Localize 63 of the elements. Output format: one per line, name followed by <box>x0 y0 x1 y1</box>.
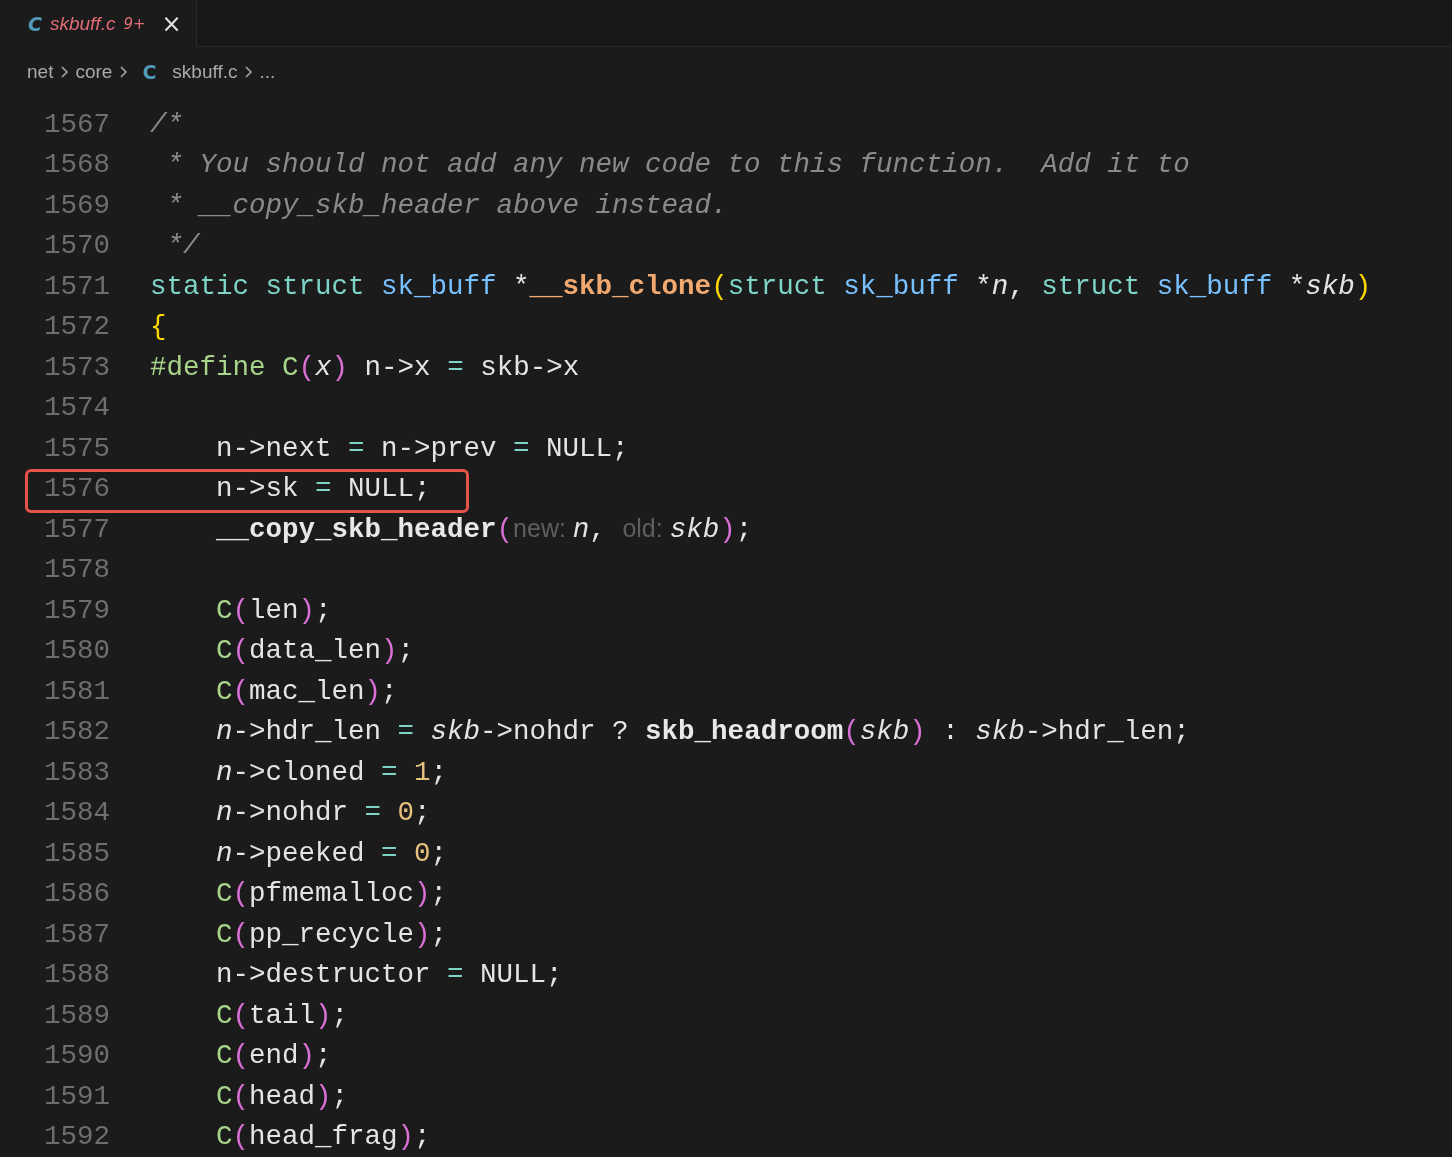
code-comment: * __copy_skb_header above instead. <box>165 189 728 221</box>
line-number: 1575 <box>43 432 110 464</box>
code-comment: /* <box>150 108 183 140</box>
line-number: 1584 <box>43 797 110 829</box>
tab-label: skbuff.c <box>49 12 116 35</box>
line-number: 1579 <box>43 594 110 626</box>
line-number: 1571 <box>43 270 110 302</box>
line-number: 1576 <box>43 473 110 505</box>
code-line: __copy_skb_header(new: n, old: skb); <box>215 513 753 545</box>
line-number: 1588 <box>43 959 110 991</box>
line-number: 1585 <box>43 837 110 869</box>
line-number: 1590 <box>43 1040 110 1072</box>
c-file-icon: C <box>142 61 157 83</box>
code-line: C(tail); <box>215 999 349 1031</box>
code-line: C(len); <box>215 594 332 626</box>
chevron-icon <box>118 65 129 79</box>
code-line: n->nohdr = 0; <box>215 797 431 829</box>
line-number: 1586 <box>43 878 110 910</box>
code-line: n->cloned = 1; <box>215 756 448 788</box>
close-tab-button[interactable]: × <box>159 11 184 36</box>
breadcrumb-item[interactable]: skbuff.c <box>172 61 238 83</box>
line-number: 1592 <box>43 1121 110 1153</box>
line-number: 1567 <box>43 108 110 140</box>
line-number: 1583 <box>43 756 110 788</box>
chevron-icon <box>243 65 254 79</box>
code-line: C(head_frag); <box>215 1121 431 1153</box>
c-file-icon: C <box>28 12 42 35</box>
line-number: 1578 <box>43 554 110 586</box>
code-line: #define C(x) n->x = skb->x <box>150 351 580 383</box>
line-number: 1580 <box>43 635 110 667</box>
code-line: C(head); <box>215 1080 349 1112</box>
breadcrumb-more[interactable]: ... <box>259 61 276 83</box>
code-line: n->hdr_len = skb->nohdr ? skb_headroom(skb) : skb->hdr_len; <box>215 716 1190 748</box>
code-line: static struct sk_buff *__skb_clone(struct sk_buff *n, struct sk_buff *skb) <box>150 270 1372 302</box>
code-line: C(pfmemalloc); <box>215 878 448 910</box>
code-comment: * You should not add any new code to this function. Add it to <box>165 149 1190 181</box>
breadcrumb-item[interactable]: core <box>75 61 113 83</box>
code-line: C(mac_len); <box>215 675 398 707</box>
line-number: 1581 <box>43 675 110 707</box>
line-number: 1574 <box>43 392 110 424</box>
line-number: 1573 <box>43 351 110 383</box>
chevron-icon <box>59 65 70 79</box>
line-number: 1591 <box>43 1080 110 1112</box>
line-number: 1582 <box>43 716 110 748</box>
code-line: n->destructor = NULL; <box>215 959 563 991</box>
code-line: C(end); <box>215 1040 332 1072</box>
editor-tab[interactable]: C skbuff.c 9+ × <box>0 0 197 47</box>
code-line: n->next = n->prev = NULL; <box>215 432 629 464</box>
code-line: C(data_len); <box>215 635 415 667</box>
code-line: n->peeked = 0; <box>215 837 448 869</box>
line-number: 1570 <box>43 230 110 262</box>
code-line: n->sk = NULL; <box>215 473 431 505</box>
line-number: 1577 <box>43 513 110 545</box>
code-line: { <box>150 311 167 343</box>
line-number: 1587 <box>43 918 110 950</box>
line-number: 1572 <box>43 311 110 343</box>
code-line: C(pp_recycle); <box>215 918 448 950</box>
line-number: 1568 <box>43 149 110 181</box>
problem-count: 9+ <box>123 14 146 33</box>
line-number: 1569 <box>43 189 110 221</box>
breadcrumb-item[interactable]: net <box>27 61 54 83</box>
line-number: 1589 <box>43 999 110 1031</box>
code-comment: */ <box>165 230 200 262</box>
